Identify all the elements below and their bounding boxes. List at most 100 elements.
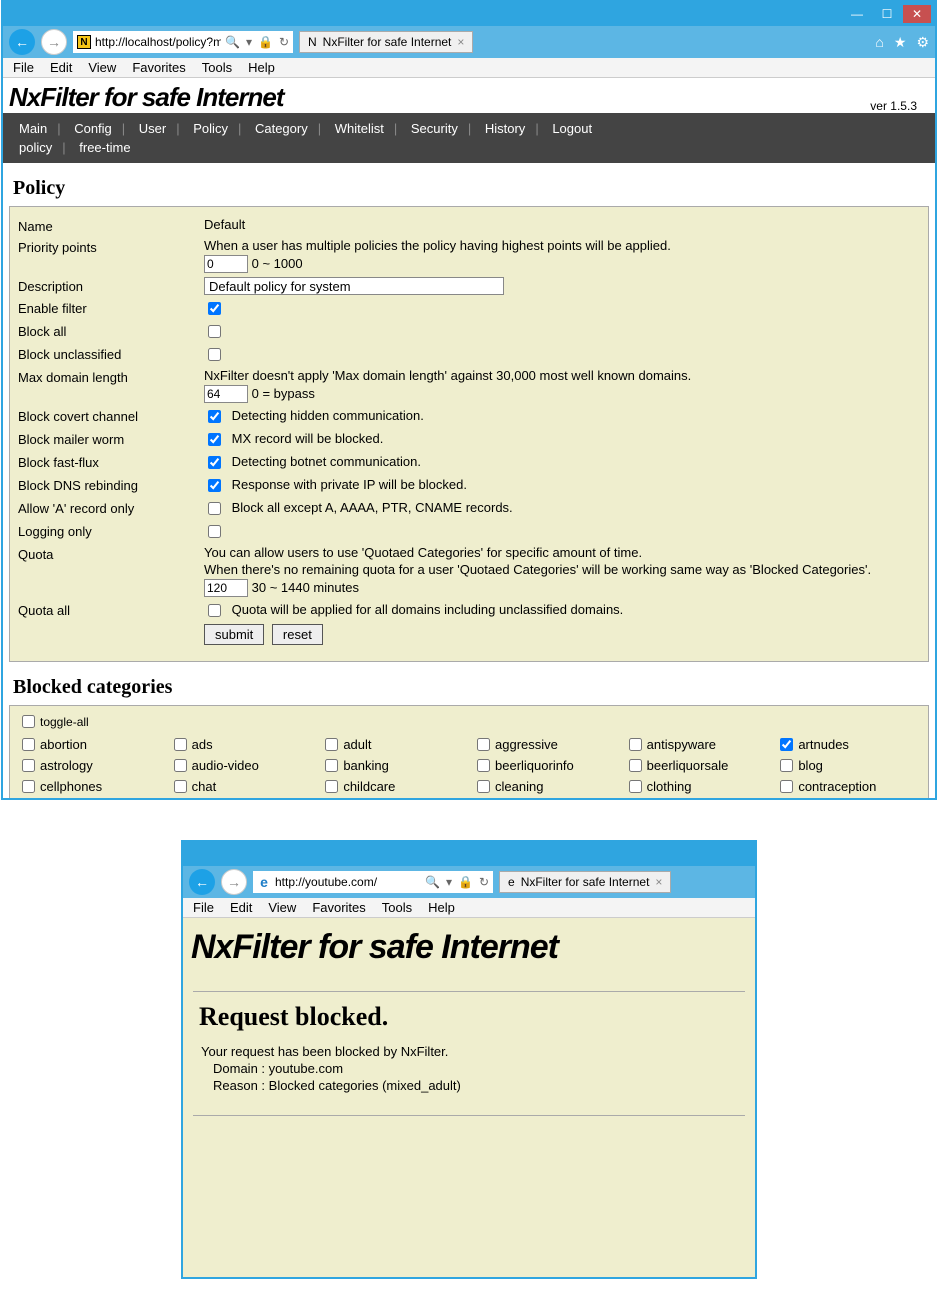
cat-item-banking[interactable]: banking: [321, 756, 465, 775]
url-field[interactable]: N http://localhost/policy?mod 🔍 ▾ 🔒 ↻: [73, 31, 293, 53]
settings-icon[interactable]: ⚙: [916, 34, 929, 51]
chk-cat-blog[interactable]: [780, 759, 793, 772]
chk-cat-chat[interactable]: [174, 780, 187, 793]
url-actions-2[interactable]: 🔍 ▾ 🔒 ↻: [425, 875, 489, 889]
browser-tab-2[interactable]: e NxFilter for safe Internet ×: [499, 871, 671, 893]
menu-help-2[interactable]: Help: [428, 900, 455, 915]
back-button-2[interactable]: ←: [189, 869, 215, 895]
chk-cat-cellphones[interactable]: [22, 780, 35, 793]
cat-item-clothing[interactable]: clothing: [625, 777, 769, 796]
url-actions[interactable]: 🔍 ▾ 🔒 ↻: [225, 35, 289, 49]
menu-favorites[interactable]: Favorites: [132, 60, 185, 75]
chk-allow-a-only[interactable]: [208, 502, 221, 515]
input-max-domain[interactable]: [204, 385, 248, 403]
url-field-2[interactable]: e http://youtube.com/ 🔍 ▾ 🔒 ↻: [253, 871, 493, 893]
nav-category[interactable]: Category: [255, 121, 308, 136]
chk-cat-banking[interactable]: [325, 759, 338, 772]
browser-tab[interactable]: N NxFilter for safe Internet ×: [299, 31, 473, 53]
dropdown-icon-2[interactable]: ▾: [446, 875, 452, 889]
menu-view-2[interactable]: View: [268, 900, 296, 915]
menu-view[interactable]: View: [88, 60, 116, 75]
refresh-icon-2[interactable]: ↻: [479, 875, 489, 889]
maximize-button[interactable]: ☐: [873, 5, 901, 23]
cat-item-abortion[interactable]: abortion: [18, 735, 162, 754]
chk-block-all[interactable]: [208, 325, 221, 338]
tab-close-icon-2[interactable]: ×: [655, 875, 662, 889]
menu-help[interactable]: Help: [248, 60, 275, 75]
close-button[interactable]: ✕: [903, 5, 931, 23]
page-viewport[interactable]: NxFilter for safe Internet ver 1.5.3 Mai…: [3, 78, 935, 798]
refresh-icon[interactable]: ↻: [279, 35, 289, 49]
cat-item-audio-video[interactable]: audio-video: [170, 756, 314, 775]
home-icon[interactable]: ⌂: [875, 34, 883, 51]
chk-cat-childcare[interactable]: [325, 780, 338, 793]
chk-cat-aggressive[interactable]: [477, 738, 490, 751]
menu-edit[interactable]: Edit: [50, 60, 72, 75]
nav-user[interactable]: User: [139, 121, 166, 136]
cat-item-astrology[interactable]: astrology: [18, 756, 162, 775]
chk-cat-beerliquorsale[interactable]: [629, 759, 642, 772]
cat-item-cellphones[interactable]: cellphones: [18, 777, 162, 796]
chk-cat-astrology[interactable]: [22, 759, 35, 772]
chk-cat-ads[interactable]: [174, 738, 187, 751]
chk-block-unclassified[interactable]: [208, 348, 221, 361]
dropdown-icon[interactable]: ▾: [246, 35, 252, 49]
chk-cat-adult[interactable]: [325, 738, 338, 751]
menu-file-2[interactable]: File: [193, 900, 214, 915]
chk-cat-beerliquorinfo[interactable]: [477, 759, 490, 772]
reset-button[interactable]: reset: [272, 624, 323, 645]
input-quota[interactable]: [204, 579, 248, 597]
chk-cat-abortion[interactable]: [22, 738, 35, 751]
cat-item-ads[interactable]: ads: [170, 735, 314, 754]
subnav-freetime[interactable]: free-time: [79, 140, 130, 155]
cat-item-childcare[interactable]: childcare: [321, 777, 465, 796]
chk-block-dns-rebind[interactable]: [208, 479, 221, 492]
submit-button[interactable]: submit: [204, 624, 264, 645]
chk-logging-only[interactable]: [208, 525, 221, 538]
favorites-icon[interactable]: ★: [894, 34, 907, 51]
forward-button[interactable]: →: [41, 29, 67, 55]
search-icon[interactable]: 🔍: [225, 35, 240, 49]
nav-main[interactable]: Main: [19, 121, 47, 136]
chk-cat-audio-video[interactable]: [174, 759, 187, 772]
cat-item-aggressive[interactable]: aggressive: [473, 735, 617, 754]
nav-config[interactable]: Config: [74, 121, 112, 136]
nav-security[interactable]: Security: [411, 121, 458, 136]
cat-item-chat[interactable]: chat: [170, 777, 314, 796]
cat-item-contraception[interactable]: contraception: [776, 777, 920, 796]
chk-toggle-all[interactable]: [22, 715, 35, 728]
menu-tools-2[interactable]: Tools: [382, 900, 412, 915]
chk-block-mailer[interactable]: [208, 433, 221, 446]
minimize-button[interactable]: —: [843, 5, 871, 23]
cat-item-beerliquorinfo[interactable]: beerliquorinfo: [473, 756, 617, 775]
input-description[interactable]: [204, 277, 504, 295]
menu-favorites-2[interactable]: Favorites: [312, 900, 365, 915]
chk-cat-contraception[interactable]: [780, 780, 793, 793]
nav-history[interactable]: History: [485, 121, 525, 136]
chk-cat-artnudes[interactable]: [780, 738, 793, 751]
input-priority[interactable]: [204, 255, 248, 273]
cat-item-artnudes[interactable]: artnudes: [776, 735, 920, 754]
chk-quota-all[interactable]: [208, 604, 221, 617]
chk-cat-antispyware[interactable]: [629, 738, 642, 751]
forward-button-2[interactable]: →: [221, 869, 247, 895]
cat-item-antispyware[interactable]: antispyware: [625, 735, 769, 754]
cat-item-cleaning[interactable]: cleaning: [473, 777, 617, 796]
menu-tools[interactable]: Tools: [202, 60, 232, 75]
nav-policy[interactable]: Policy: [193, 121, 228, 136]
menu-file[interactable]: File: [13, 60, 34, 75]
nav-logout[interactable]: Logout: [552, 121, 592, 136]
cat-item-beerliquorsale[interactable]: beerliquorsale: [625, 756, 769, 775]
search-icon-2[interactable]: 🔍: [425, 875, 440, 889]
nav-whitelist[interactable]: Whitelist: [335, 121, 384, 136]
chk-cat-cleaning[interactable]: [477, 780, 490, 793]
tab-close-icon[interactable]: ×: [457, 35, 464, 49]
cat-item-blog[interactable]: blog: [776, 756, 920, 775]
back-button[interactable]: ←: [9, 29, 35, 55]
chk-block-fastflux[interactable]: [208, 456, 221, 469]
chk-block-covert[interactable]: [208, 410, 221, 423]
chk-cat-clothing[interactable]: [629, 780, 642, 793]
subnav-policy[interactable]: policy: [19, 140, 52, 155]
cat-item-adult[interactable]: adult: [321, 735, 465, 754]
cat-toggle-all[interactable]: toggle-all: [18, 712, 920, 731]
